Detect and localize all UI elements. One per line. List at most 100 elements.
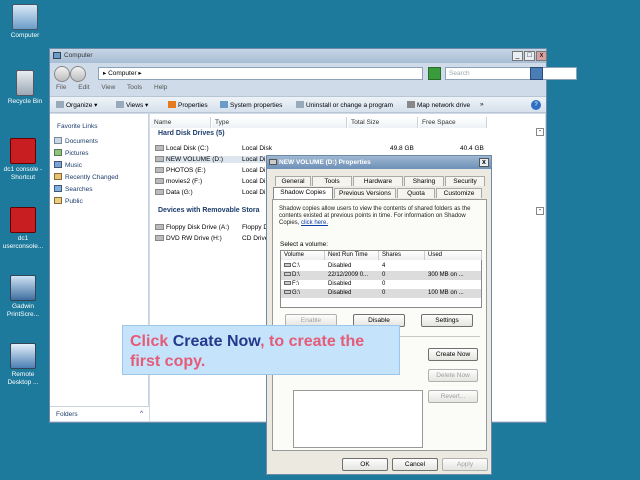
tab-tools[interactable]: Tools [312,176,352,186]
more-commands-button[interactable]: » [480,101,484,108]
tab-previous-versions[interactable]: Previous Versions [334,188,396,198]
nav-item-public[interactable]: Public [54,197,83,205]
minimize-button[interactable]: _ [512,51,523,61]
menu-edit[interactable]: Edit [78,84,89,91]
drive-row[interactable]: Local Disk (C:) [155,145,209,152]
drive-icon [155,156,164,162]
volume-row[interactable]: G:\ Disabled 0 100 MB on ... [281,289,481,298]
tab-security[interactable]: Security [445,176,485,186]
collapse-icon[interactable]: - [536,128,544,136]
tab-customize[interactable]: Customize [436,188,482,198]
group-hard-disk-drives[interactable]: Hard Disk Drives (5) [158,130,225,137]
refresh-button[interactable] [428,67,441,80]
list-header-volume[interactable]: Volume [281,251,325,260]
tab-hardware[interactable]: Hardware [353,176,403,186]
column-header-name[interactable]: Name [151,117,211,128]
column-header-total-size[interactable]: Total Size [348,117,418,128]
volume-row-selected[interactable]: D:\ 22/12/2009 0... 0 300 MB on ... [281,271,481,280]
tab-quota[interactable]: Quota [397,188,435,198]
volume-cell: G:\ [284,289,300,298]
map-network-drive-button[interactable]: Map network drive [407,101,470,109]
create-now-button[interactable]: Create Now [428,348,478,361]
column-header-free-space[interactable]: Free Space [419,117,487,128]
shadow-copies-list[interactable] [293,390,423,448]
desktop-icon-recycle-bin[interactable]: Recycle Bin [2,70,48,106]
search-icon[interactable] [530,67,543,80]
drive-type: Local Di [242,167,266,174]
uninstall-icon [296,101,304,108]
properties-button[interactable]: Properties [168,101,208,109]
used-cell: 300 MB on ... [428,272,464,278]
revert-button[interactable]: Revert... [428,390,478,403]
collapse-icon[interactable]: - [536,207,544,215]
drive-total-size: 49.8 GB [390,145,414,152]
drive-row[interactable]: PHOTOS (E:) [155,167,206,174]
drive-type: Floppy D [242,224,269,231]
back-button[interactable] [54,66,70,82]
next-run-cell: Disabled [328,281,352,287]
close-button[interactable]: x [536,51,547,61]
tab-shadow-copies[interactable]: Shadow Copies [273,187,333,199]
drive-type: Local Di [242,189,266,196]
explorer-titlebar[interactable]: Computer _ □ x [50,49,547,63]
maximize-button[interactable]: □ [524,51,535,61]
drive-type: Local Disk [242,145,272,152]
help-icon[interactable]: ? [531,100,541,110]
desktop-icon-dc1-console[interactable]: dc1 console - Shortcut [0,138,46,182]
system-icon [220,101,228,108]
help-link[interactable]: click here. [301,220,328,226]
menu-file[interactable]: File [56,84,66,91]
volume-cell: C:\ [284,262,300,271]
system-properties-button[interactable]: System properties [220,101,282,109]
search-input[interactable]: Search [445,67,577,80]
group-removable-storage[interactable]: Devices with Removable Stora [158,207,260,214]
documents-icon [54,137,62,144]
desktop-icon-computer[interactable]: Computer [2,4,48,40]
nav-item-searches[interactable]: Searches [54,185,92,193]
menu-view[interactable]: View [101,84,115,91]
volume-row[interactable]: C:\ Disabled 4 [281,262,481,271]
nav-item-pictures[interactable]: Pictures [54,149,88,157]
nav-item-recently-changed[interactable]: Recently Changed [54,173,118,181]
list-header-shares[interactable]: Shares [379,251,425,260]
next-run-cell: 22/12/2009 0... [328,272,369,278]
drive-row[interactable]: DVD RW Drive (H:) [155,235,222,242]
drive-row[interactable]: Data (G:) [155,189,193,196]
drive-icon [155,189,164,195]
tab-sharing[interactable]: Sharing [404,176,444,186]
cancel-button[interactable]: Cancel [392,458,438,471]
uninstall-program-button[interactable]: Uninstall or change a program [296,101,393,109]
desktop-icon-remote-desktop[interactable]: Remote Desktop ... [0,343,46,387]
desktop-icon-label: Gadwin PrintScre... [6,303,40,318]
settings-button[interactable]: Settings [421,314,473,327]
address-bar[interactable]: ▸ Computer ▸ [98,67,423,80]
drive-row[interactable]: movies2 (F:) [155,178,202,185]
organize-button[interactable]: Organize ▾ [56,101,97,109]
recent-icon [54,173,62,180]
desktop-icon-dc1-userconsole[interactable]: dc1 userconsole... [0,207,46,251]
delete-now-button[interactable]: Delete Now [428,369,478,382]
public-folder-icon [54,197,62,204]
nav-item-music[interactable]: Music [54,161,82,169]
ok-button[interactable]: OK [342,458,388,471]
forward-button[interactable] [70,66,86,82]
apply-button[interactable]: Apply [442,458,488,471]
drive-icon [284,272,291,276]
close-icon[interactable]: x [479,158,489,167]
volume-list[interactable]: Volume Next Run Time Shares Used C:\ Dis… [280,250,482,308]
list-header-next-run[interactable]: Next Run Time [325,251,379,260]
tab-general[interactable]: General [275,176,311,186]
callout-text-highlight: Create Now [172,333,261,350]
menu-help[interactable]: Help [154,84,167,91]
dialog-titlebar[interactable]: NEW VOLUME (D:) Properties x [267,156,491,169]
column-header-type[interactable]: Type [212,117,347,128]
shares-cell: 0 [382,272,386,278]
drive-row[interactable]: Floppy Disk Drive (A:) [155,224,229,231]
menu-tools[interactable]: Tools [127,84,142,91]
nav-item-documents[interactable]: Documents [54,137,98,145]
volume-row[interactable]: F:\ Disabled 0 [281,280,481,289]
list-header-used[interactable]: Used [425,251,482,260]
folders-toggle[interactable]: Folders ^ [50,406,149,421]
desktop-icon-gadwin[interactable]: Gadwin PrintScre... [0,275,46,319]
views-button[interactable]: Views ▾ [116,101,148,109]
